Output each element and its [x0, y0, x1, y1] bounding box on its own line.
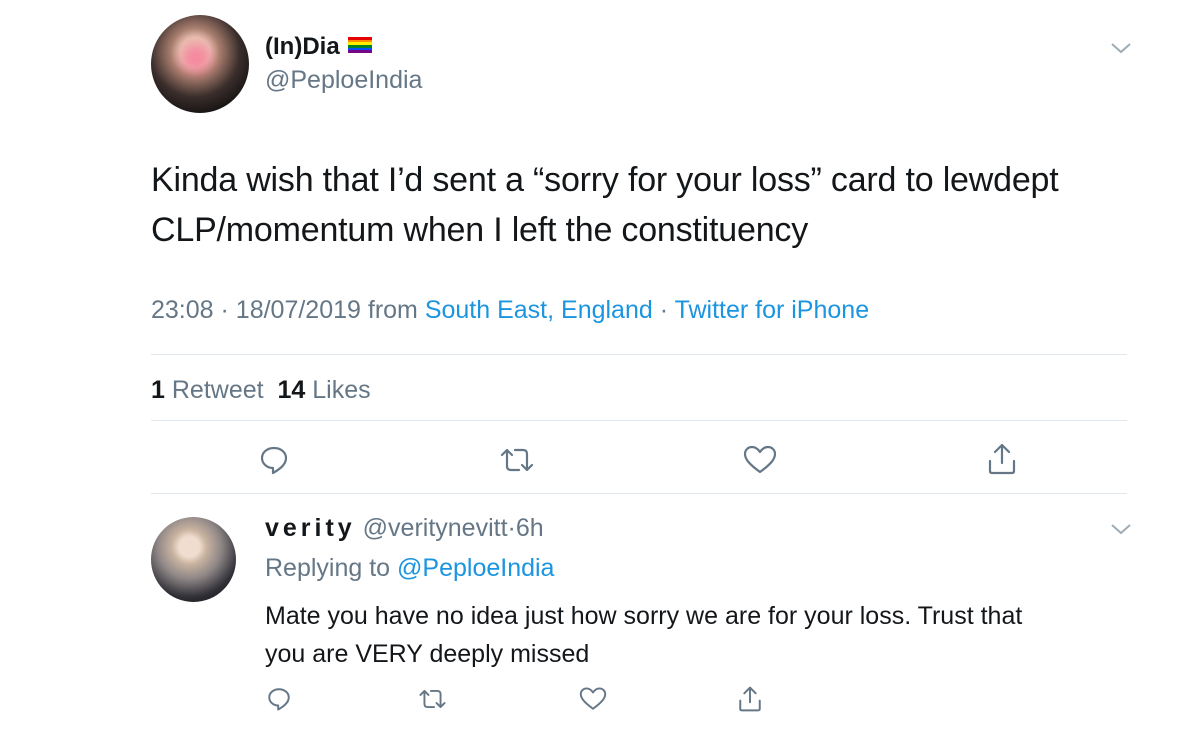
replying-handle-link[interactable]: @PeploeIndia — [397, 554, 554, 582]
tweet-meta: 23:08 · 18/07/2019 from South East, Engl… — [151, 296, 869, 325]
meta-separator: · — [659, 296, 669, 324]
divider — [151, 493, 1127, 494]
author-display-name[interactable]: (In)Dia — [265, 33, 340, 60]
tweet-text-line-2: CLP/momentum when I left the constituenc… — [151, 211, 809, 249]
reply-display-name[interactable]: verity — [265, 514, 356, 542]
reply-text-line-2: you are VERY deeply missed — [265, 640, 590, 668]
share-icon[interactable] — [986, 442, 1018, 476]
like-count: 14 — [277, 376, 306, 404]
tweet-client-link[interactable]: Twitter for iPhone — [675, 296, 870, 324]
reply-text-line-1: Mate you have no idea just how sorry we … — [265, 602, 1023, 630]
replying-to: Replying to @PeploeIndia — [265, 554, 554, 583]
reply-separator: · — [507, 514, 516, 542]
reply-author-avatar[interactable] — [151, 517, 236, 602]
retweet-icon[interactable] — [499, 444, 535, 476]
chevron-down-icon[interactable] — [1109, 40, 1133, 56]
replying-label: Replying to — [265, 554, 391, 582]
author-avatar[interactable] — [151, 15, 249, 113]
likes-stat[interactable]: 14 Likes — [277, 376, 370, 404]
like-label: Likes — [312, 376, 371, 404]
retweet-icon[interactable] — [418, 686, 447, 712]
retweets-stat[interactable]: 1 Retweet — [151, 376, 264, 404]
reply-handle[interactable]: @veritynevitt — [363, 514, 508, 542]
tweet-text-line-1: Kinda wish that I’d sent a “sorry for yo… — [151, 161, 1059, 199]
tweet-date[interactable]: 18/07/2019 — [236, 296, 361, 324]
from-label: from — [367, 296, 418, 324]
author-name-row[interactable]: (In)Dia — [265, 33, 372, 61]
chevron-down-icon[interactable] — [1109, 521, 1133, 537]
tweet-stats: 1 Retweet 14 Likes — [151, 376, 371, 405]
retweet-label: Retweet — [171, 376, 264, 404]
share-icon[interactable] — [737, 685, 763, 713]
author-handle[interactable]: @PeploeIndia — [265, 66, 422, 95]
reply-age[interactable]: 6h — [516, 514, 544, 542]
like-icon[interactable] — [579, 686, 607, 712]
tweet-location-link[interactable]: South East, England — [425, 296, 653, 324]
reply-icon[interactable] — [258, 444, 290, 476]
retweet-count: 1 — [151, 376, 165, 404]
divider — [151, 420, 1127, 421]
like-icon[interactable] — [743, 444, 777, 476]
meta-separator: · — [220, 296, 229, 324]
reply-icon[interactable] — [266, 686, 292, 712]
rainbow-flag-icon — [347, 37, 372, 53]
divider — [151, 354, 1127, 355]
reply-header: verity @veritynevitt·6h — [265, 514, 544, 543]
tweet-time[interactable]: 23:08 — [151, 296, 214, 324]
